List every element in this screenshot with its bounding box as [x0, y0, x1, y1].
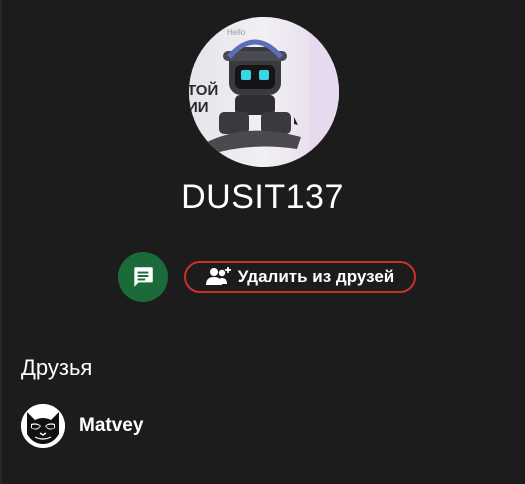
svg-text:ИИ: ИИ	[189, 99, 209, 116]
friend-list-item[interactable]: Matvey	[21, 404, 143, 448]
svg-text:Hello: Hello	[227, 28, 246, 37]
friend-name: Matvey	[79, 415, 144, 436]
profile-screen: ТОЙ ИИ Hello DUSIT137 Удалить из друзей …	[0, 0, 525, 484]
remove-friend-label: Удалить из друзей	[237, 267, 395, 286]
profile-username: DUSIT137	[181, 178, 344, 216]
message-icon	[134, 267, 153, 287]
profile-avatar: ТОЙ ИИ Hello	[189, 17, 339, 167]
cat-sunglasses-icon	[21, 404, 65, 448]
friend-avatar	[21, 404, 65, 448]
remove-friend-button[interactable]: Удалить из друзей	[184, 261, 416, 293]
friends-heading: Друзья	[21, 355, 93, 380]
svg-text:ТОЙ: ТОЙ	[189, 81, 218, 99]
user-remove-icon	[205, 267, 231, 285]
robot-avatar-icon: ТОЙ ИИ Hello	[189, 17, 339, 167]
message-button[interactable]	[118, 252, 168, 302]
window-edge	[0, 0, 2, 484]
